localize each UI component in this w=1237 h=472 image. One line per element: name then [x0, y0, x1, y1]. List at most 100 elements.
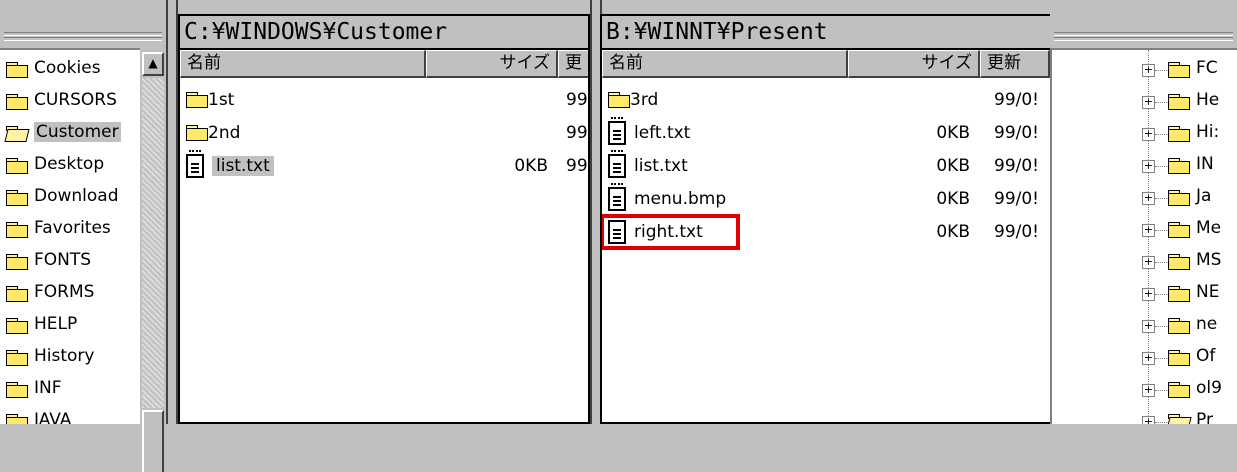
folder-icon — [6, 318, 28, 334]
left-panel-path: C:¥WINDOWS¥Customer — [178, 14, 590, 50]
file-date: 99/0! — [994, 156, 1039, 176]
folder-icon — [1168, 190, 1190, 206]
tree-item-label: Hi: — [1196, 122, 1220, 142]
expand-plus-icon[interactable]: + — [1142, 96, 1155, 109]
file-size: 0KB — [936, 156, 970, 176]
file-size: 0KB — [936, 123, 970, 143]
tree-connector — [1155, 198, 1167, 199]
tree-item-label: HELP — [34, 314, 78, 334]
tree-connector — [1155, 166, 1167, 167]
file-row[interactable]: menu.bmp 0KB 99/0! — [602, 183, 1050, 217]
tree-item-label: ne — [1196, 314, 1218, 334]
file-row[interactable]: right.txt 0KB 99/0! — [602, 214, 1050, 250]
right-file-list[interactable]: 名前 サイズ 更新 3rd 99/0! left.txt 0KB 99/0! list.t… — [600, 50, 1052, 424]
tree-item-label: Pr — [1196, 410, 1213, 424]
folder-icon — [1168, 158, 1190, 174]
folder-icon — [6, 414, 28, 424]
file-name: left.txt — [634, 123, 691, 143]
file-date: 99 — [566, 156, 588, 176]
expand-plus-icon[interactable]: + — [1142, 64, 1155, 77]
file-date: 99/0! — [994, 189, 1039, 209]
folder-icon — [6, 158, 28, 174]
tree-connector — [1155, 390, 1167, 391]
folder-icon — [1168, 350, 1190, 366]
folder-icon — [1168, 222, 1190, 238]
column-header-date[interactable]: 更 — [558, 50, 588, 78]
open-folder-icon — [4, 126, 30, 142]
tree-connector — [1155, 102, 1167, 103]
scroll-track[interactable] — [142, 78, 164, 408]
tree-item-label: JAVA — [34, 410, 72, 424]
expand-plus-icon[interactable]: + — [1142, 256, 1155, 269]
file-row[interactable]: list.txt 0KB 99/0! — [602, 150, 1050, 184]
expand-plus-icon[interactable]: + — [1142, 224, 1155, 237]
left-folder-tree[interactable]: Cookies CURSORS Customer Desktop Download Fav… — [0, 48, 140, 424]
folder-icon — [1168, 126, 1190, 142]
column-header-name[interactable]: 名前 — [602, 50, 848, 78]
tree-connector — [1155, 70, 1167, 71]
file-date: 99 — [566, 123, 588, 143]
file-size: 0KB — [514, 156, 548, 176]
text-file-icon — [186, 150, 204, 178]
file-name: list.txt — [212, 156, 274, 176]
folder-icon — [1168, 318, 1190, 334]
left-file-list[interactable]: 名前 サイズ 更 1st 99 2nd 99 list.txt 0KB 99 — [178, 50, 590, 424]
folder-icon — [1168, 382, 1190, 398]
column-header-name[interactable]: 名前 — [180, 50, 426, 78]
left-tree-scrollbar[interactable]: ▲ — [140, 48, 166, 472]
folder-icon — [1168, 286, 1190, 302]
folder-icon — [1168, 94, 1190, 110]
scroll-up-arrow-icon: ▲ — [148, 56, 158, 70]
folder-icon — [6, 190, 28, 206]
right-folder-tree[interactable]: + FC + He + Hi: + IN + Ja + Me + MS + NE + ne + Of + ol9 + Pr — [1050, 48, 1237, 424]
expand-plus-icon[interactable]: + — [1142, 160, 1155, 173]
right-panel-path: B:¥WINNT¥Present — [600, 14, 1052, 50]
folder-icon — [186, 125, 208, 141]
expand-plus-icon[interactable]: + — [1142, 288, 1155, 301]
folder-row[interactable]: 1st 99 — [180, 84, 588, 118]
expand-plus-icon[interactable]: + — [1142, 352, 1155, 365]
expand-plus-icon[interactable]: + — [1142, 384, 1155, 397]
column-header-size[interactable]: サイズ — [848, 50, 980, 78]
folder-row[interactable]: 2nd 99 — [180, 117, 588, 151]
folder-icon — [1168, 254, 1190, 270]
expand-plus-icon[interactable]: + — [1142, 416, 1155, 424]
pane-divider[interactable] — [166, 0, 178, 424]
folder-row[interactable]: 3rd 99/0! — [602, 84, 1050, 118]
folder-icon — [6, 254, 28, 270]
tree-connector — [1155, 134, 1167, 135]
file-name: 1st — [208, 90, 235, 110]
expand-plus-icon[interactable]: + — [1142, 192, 1155, 205]
expand-plus-icon[interactable]: + — [1142, 128, 1155, 141]
tree-connector — [1155, 230, 1167, 231]
expand-plus-icon[interactable]: + — [1142, 320, 1155, 333]
tree-item-label: FONTS — [34, 250, 92, 270]
file-name: 3rd — [630, 90, 659, 110]
folder-icon — [6, 62, 28, 78]
tree-item-label: Download — [34, 186, 119, 206]
tree-connector — [1155, 422, 1167, 423]
tree-item-label: Ja — [1196, 186, 1212, 206]
folder-icon — [186, 92, 208, 108]
file-name: menu.bmp — [634, 189, 727, 209]
scroll-up-button[interactable]: ▲ — [142, 52, 164, 76]
column-header-size[interactable]: サイズ — [426, 50, 558, 78]
tree-item-label: FORMS — [34, 282, 95, 302]
scroll-thumb[interactable] — [142, 410, 164, 472]
right-tree-header — [1050, 0, 1237, 48]
left-tree-header — [0, 0, 166, 48]
tree-item-label: Me — [1196, 218, 1222, 238]
tree-item-label: Cookies — [34, 58, 101, 78]
tree-item-label: Favorites — [34, 218, 111, 238]
folder-icon — [6, 286, 28, 302]
tree-item-label: Of — [1196, 346, 1216, 366]
tree-item-label: INF — [34, 378, 62, 398]
tree-connector — [1155, 326, 1167, 327]
tree-item-label: MS — [1196, 250, 1222, 270]
text-file-icon — [608, 150, 626, 178]
text-file-icon — [608, 117, 626, 145]
file-row[interactable]: list.txt 0KB 99 — [180, 150, 588, 184]
file-row[interactable]: left.txt 0KB 99/0! — [602, 117, 1050, 151]
file-date: 99/0! — [994, 222, 1039, 242]
column-header-date[interactable]: 更新 — [980, 50, 1050, 78]
